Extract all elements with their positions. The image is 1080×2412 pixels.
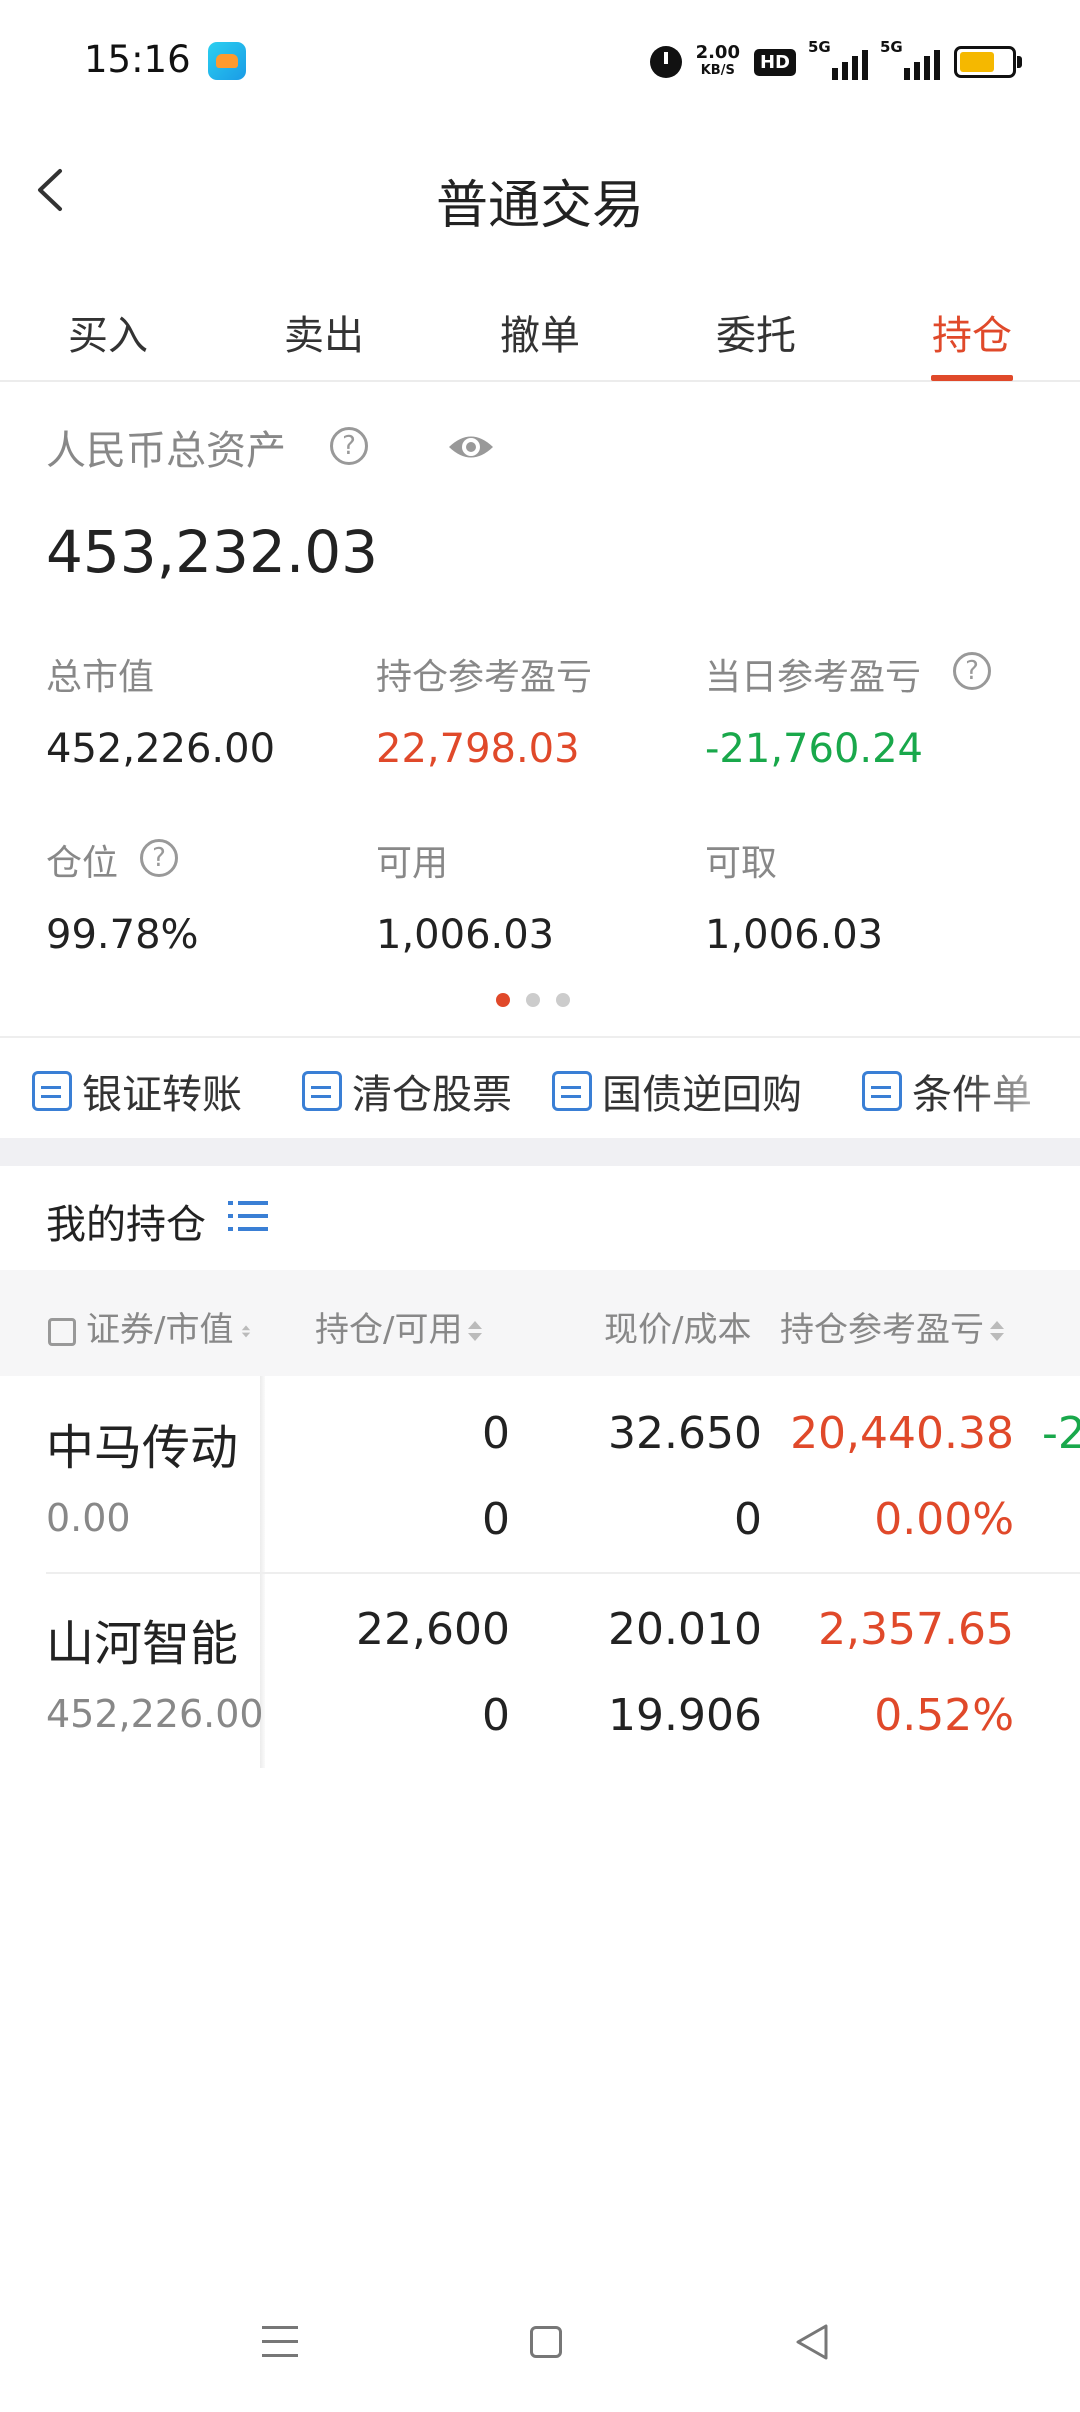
- cost-price: 0: [734, 1494, 762, 1545]
- network-speed: 2.00 KB/S: [696, 44, 740, 80]
- tab-buy[interactable]: 买入: [0, 285, 216, 380]
- bond-repo-label: 国债逆回购: [602, 1072, 802, 1118]
- column-security-label: 证券/市值: [86, 1310, 234, 1350]
- hd-icon: HD: [753, 48, 796, 76]
- back-triangle-icon[interactable]: [792, 2322, 832, 2362]
- bond-repo-button[interactable]: 国债逆回购: [552, 1062, 802, 1120]
- app-notification-icon: [208, 42, 246, 80]
- section-gap: [0, 1138, 1080, 1166]
- battery-icon: [954, 46, 1022, 78]
- holdings-table-header: 证券/市值 持仓/可用 现价/成本 持仓参考盈亏: [0, 1270, 1080, 1376]
- pnl-percent: 0.52%: [874, 1690, 1014, 1741]
- page-title: 普通交易: [435, 176, 644, 236]
- speed-unit: KB/S: [700, 63, 735, 78]
- position-qty: 0: [482, 1408, 510, 1459]
- pnl-amount: 20,440.38: [790, 1408, 1014, 1459]
- menu-icon[interactable]: [262, 2324, 298, 2360]
- column-pnl[interactable]: 持仓参考盈亏: [780, 1302, 1004, 1351]
- pnl-percent: 0.00%: [874, 1494, 1014, 1545]
- sort-icon: [242, 1324, 251, 1340]
- speed-value: 2.00: [695, 42, 740, 63]
- divider: [0, 1036, 1080, 1038]
- tab-sell[interactable]: 卖出: [216, 285, 432, 380]
- market-value-label: 总市值: [46, 657, 155, 698]
- signal-icon-2: 5G: [880, 38, 940, 80]
- status-bar: 15:16 2.00 KB/S HD 5G 5G: [0, 0, 1080, 125]
- column-security[interactable]: 证券/市值: [48, 1302, 253, 1351]
- status-time: 15:16: [84, 38, 191, 81]
- transfer-icon: [32, 1071, 72, 1111]
- available-value: 1,006.03: [376, 912, 555, 958]
- bank-transfer-label: 银证转账: [82, 1072, 242, 1118]
- withdrawable-label: 可取: [705, 843, 778, 884]
- clear-stocks-label: 清仓股票: [352, 1072, 512, 1118]
- list-icon[interactable]: [228, 1199, 268, 1235]
- quick-actions: 银证转账 清仓股票 国债逆回购 条件单: [0, 1040, 1080, 1140]
- signal-icon: 5G: [808, 38, 868, 80]
- page-indicator: [496, 993, 570, 1007]
- position-ratio-label: 仓位: [46, 843, 119, 884]
- help-icon[interactable]: ?: [140, 839, 178, 877]
- cost-price: 19.906: [608, 1690, 762, 1741]
- help-icon[interactable]: ?: [330, 427, 368, 465]
- help-icon[interactable]: ?: [953, 652, 991, 690]
- market-value: 452,226.00: [46, 726, 276, 772]
- daily-pnl-value: -21,760.24: [705, 726, 924, 772]
- page-dot: [556, 993, 570, 1007]
- column-price-label: 现价/成本: [604, 1310, 752, 1350]
- sim1-label: 5G: [808, 38, 831, 56]
- position-ratio-value: 99.78%: [46, 912, 199, 958]
- sim2-label: 5G: [880, 38, 903, 56]
- position-pnl-value: 22,798.03: [376, 726, 580, 772]
- bank-transfer-button[interactable]: 银证转账: [32, 1062, 242, 1120]
- holdings-title: 我的持仓: [46, 1202, 206, 1248]
- tab-holdings[interactable]: 持仓: [864, 285, 1080, 381]
- system-nav-bar: [0, 2280, 1080, 2412]
- current-price: 32.650: [608, 1408, 762, 1459]
- edit-icon[interactable]: [48, 1317, 76, 1346]
- daily-pnl-label: 当日参考盈亏: [705, 657, 922, 698]
- conditional-order-icon: [862, 1071, 902, 1111]
- stock-market-value: 452,226.00: [46, 1692, 264, 1736]
- sort-icon: [990, 1319, 1004, 1345]
- available-qty: 0: [482, 1690, 510, 1741]
- clear-stocks-button[interactable]: 清仓股票: [302, 1062, 512, 1120]
- tab-cancel[interactable]: 撤单: [432, 285, 648, 380]
- page-dot: [526, 993, 540, 1007]
- position-pnl-label: 持仓参考盈亏: [376, 657, 593, 698]
- page-dot-active: [496, 993, 510, 1007]
- pnl-amount: 2,357.65: [818, 1604, 1014, 1655]
- row-divider: [46, 1572, 1080, 1574]
- column-price: 现价/成本: [604, 1302, 751, 1351]
- position-qty: 22,600: [356, 1604, 510, 1655]
- alarm-icon: [649, 46, 682, 78]
- withdrawable-value: 1,006.03: [705, 912, 884, 958]
- repo-icon: [552, 1071, 592, 1111]
- column-position[interactable]: 持仓/可用: [315, 1302, 483, 1351]
- available-qty: 0: [482, 1494, 510, 1545]
- eye-icon[interactable]: [446, 424, 496, 470]
- sort-icon: [468, 1319, 483, 1345]
- trade-tabs: 买入 卖出 撤单 委托 持仓: [0, 285, 1080, 382]
- total-assets-value: 453,232.03: [46, 518, 379, 586]
- column-position-label: 持仓/可用: [315, 1310, 463, 1350]
- stock-name: 山河智能: [46, 1616, 239, 1672]
- chart-icon: [302, 1071, 342, 1111]
- tab-orders[interactable]: 委托: [648, 285, 864, 380]
- stock-market-value: 0.00: [46, 1496, 131, 1540]
- current-price: 20.010: [608, 1604, 762, 1655]
- column-pnl-label: 持仓参考盈亏: [780, 1310, 984, 1350]
- overflow-value: -2: [1042, 1408, 1080, 1459]
- available-label: 可用: [376, 843, 449, 884]
- header: 普通交易: [0, 125, 1080, 260]
- total-assets-label: 人民币总资产: [46, 428, 286, 474]
- stock-name: 中马传动: [46, 1420, 239, 1476]
- home-icon[interactable]: [530, 2326, 562, 2358]
- scroll-fade: [960, 1040, 1080, 1140]
